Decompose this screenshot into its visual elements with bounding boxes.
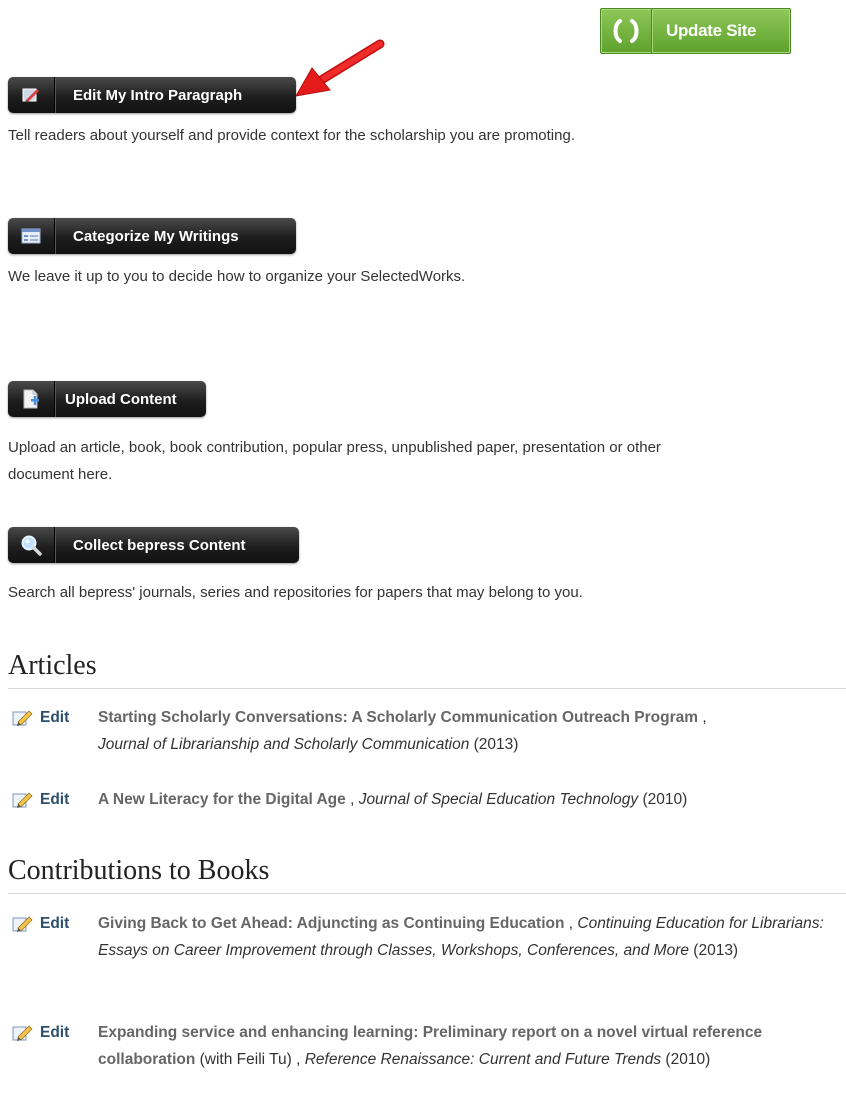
edit-intro-description: Tell readers about yourself and provide … [8,127,575,144]
upload-description-line-1: Upload an article, book, book contributi… [8,439,661,456]
categorize-label: Categorize My Writings [73,227,239,245]
edit-intro-label: Edit My Intro Paragraph [73,86,243,104]
edit-pen-icon [12,916,33,932]
collect-bepress-label: Collect bepress Content [73,536,246,554]
edit-link[interactable]: Edit [12,704,69,731]
categorize-button[interactable]: Categorize My Writings [8,218,296,254]
collect-bepress-button[interactable]: Collect bepress Content [8,527,299,563]
categorize-icon [8,218,55,254]
item-year: (2010) [661,1051,711,1068]
item-journal: Reference Renaissance: Current and Futur… [304,1051,662,1068]
upload-description-line-2: document here. [8,466,113,483]
upload-content-label: Upload Content [65,390,177,408]
categorize-description: We leave it up to you to decide how to o… [8,268,466,285]
update-site-label: Update Site [666,21,757,40]
edit-link[interactable]: Edit [12,1019,69,1046]
edit-link[interactable]: Edit [12,786,69,813]
item-year: (2010) [638,791,688,808]
edit-pen-icon [12,1025,33,1041]
edit-intro-icon [8,77,55,113]
refresh-icon [601,9,652,53]
edit-pen-icon [12,792,33,808]
edit-link[interactable]: Edit [12,910,69,937]
item-journal: Journal of Special Education Technology [358,791,639,808]
search-icon [8,527,55,563]
item-year: (2013) [688,942,739,959]
upload-content-button[interactable]: Upload Content [8,381,206,417]
collect-bepress-description: Search all bepress' journals, series and… [8,584,583,601]
edit-pen-icon [12,710,33,726]
section-heading-contributions: Contributions to Books [8,855,270,886]
item-journal: Journal of Librarianship and Scholarly C… [98,736,470,753]
item-year: (2013) [469,736,519,753]
item-coauthor: (with Feili Tu) [195,1051,292,1068]
item-title[interactable]: Giving Back to Get Ahead: Adjuncting as … [98,915,564,932]
update-site-button[interactable]: Update Site [600,8,791,54]
annotation-arrow-icon [295,39,385,97]
section-heading-articles: Articles [8,650,97,681]
item-title[interactable]: A New Literacy for the Digital Age [98,791,346,808]
edit-intro-button[interactable]: Edit My Intro Paragraph [8,77,296,113]
upload-icon [8,381,55,417]
section-divider [8,688,846,689]
item-title[interactable]: Starting Scholarly Conversations: A Scho… [98,709,698,726]
section-divider [8,893,846,894]
